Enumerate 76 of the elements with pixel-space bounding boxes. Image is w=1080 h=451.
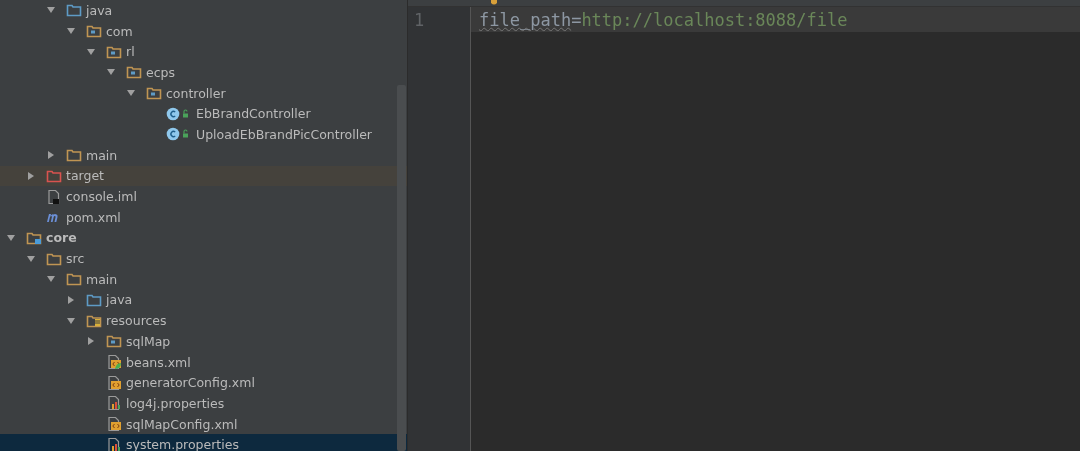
lightbulb-icon[interactable]: [490, 0, 498, 6]
properties-file-icon: [106, 395, 122, 412]
tree-item-label: sqlMapConfig.xml: [126, 416, 238, 432]
tree-item-label: rl: [126, 44, 135, 60]
folder-icon: [46, 251, 62, 266]
tree-item[interactable]: pom.xml: [0, 206, 407, 228]
caret-right-icon[interactable]: [26, 170, 36, 181]
tree-item-label: ecps: [146, 64, 175, 80]
folder-icon: [106, 44, 122, 59]
folder-icon: [146, 86, 162, 101]
tree-item-label: com: [106, 23, 133, 39]
tree-item-label: core: [46, 230, 77, 246]
tree-item[interactable]: beans.xml: [0, 351, 407, 373]
xml-file-icon: [106, 416, 122, 433]
module-file-icon: [46, 188, 62, 205]
tree-item[interactable]: sqlMap: [0, 331, 407, 352]
tree-item-label: target: [66, 168, 104, 184]
tree-item[interactable]: EbBrandController: [0, 103, 407, 125]
tree-item[interactable]: src: [0, 248, 407, 269]
tree-item-label: pom.xml: [66, 209, 121, 225]
tree-item-label: beans.xml: [126, 354, 191, 370]
tree-item[interactable]: controller: [0, 82, 407, 104]
tree-item-label: java: [86, 2, 113, 18]
xml-file-icon: [106, 354, 122, 371]
folder-icon: [26, 230, 42, 245]
tree-item[interactable]: core: [0, 227, 407, 249]
tree-item[interactable]: system.properties: [0, 434, 407, 451]
folder-icon: [66, 3, 82, 18]
caret-right-icon[interactable]: [86, 336, 96, 347]
tree-item[interactable]: log4j.properties: [0, 393, 407, 414]
folder-icon: [66, 272, 82, 287]
tree-item-label: main: [86, 271, 118, 287]
tree-item[interactable]: sqlMapConfig.xml: [0, 413, 407, 435]
tree-item-label: resources: [106, 313, 167, 329]
tree-item[interactable]: main: [0, 144, 407, 166]
caret-down-icon[interactable]: [6, 232, 16, 243]
tree-item[interactable]: java: [0, 289, 407, 311]
scrollbar[interactable]: [397, 85, 406, 451]
tree-item[interactable]: java: [0, 0, 407, 21]
tree-item-label: main: [86, 147, 118, 163]
tree-item[interactable]: console.iml: [0, 186, 407, 207]
property-value: http://localhost:8088/file: [581, 9, 848, 30]
tree-item-label: sqlMap: [126, 333, 171, 349]
properties-file-icon: [106, 436, 122, 451]
tree-item[interactable]: generatorConfig.xml: [0, 372, 407, 394]
caret-down-icon[interactable]: [26, 253, 36, 264]
tree-item[interactable]: UploadEbBrandPicController: [0, 124, 407, 145]
tree-item-label: src: [66, 251, 85, 267]
folder-icon: [86, 292, 102, 307]
tree-item[interactable]: target: [0, 165, 407, 187]
tree-item-label: controller: [166, 85, 226, 101]
tree-item-label: java: [106, 292, 133, 308]
property-key: file_path: [479, 9, 572, 30]
tree-item-label: EbBrandController: [196, 106, 311, 122]
separator: =: [571, 9, 582, 30]
folder-icon: [66, 148, 82, 163]
folder-icon: [86, 24, 102, 39]
tree-item[interactable]: rl: [0, 41, 407, 63]
tree-item-label: log4j.properties: [126, 395, 225, 411]
folder-icon: [106, 334, 122, 349]
tree-item[interactable]: resources: [0, 310, 407, 331]
xml-file-icon: [106, 374, 122, 391]
tree-item-label: generatorConfig.xml: [126, 375, 255, 391]
tree-item-label: console.iml: [66, 189, 137, 205]
folder-icon: [46, 168, 62, 183]
folder-icon: [86, 313, 102, 328]
tree-item[interactable]: main: [0, 268, 407, 290]
caret-down-icon[interactable]: [66, 315, 76, 326]
tree-item[interactable]: ecps: [0, 62, 407, 83]
folder-icon: [126, 65, 142, 80]
caret-right-icon[interactable]: [66, 294, 76, 305]
tree-item[interactable]: com: [0, 20, 407, 42]
caret-down-icon[interactable]: [86, 46, 96, 57]
tree-item-label: UploadEbBrandPicController: [196, 126, 372, 142]
tree-item-label: system.properties: [126, 437, 239, 451]
caret-right-icon[interactable]: [46, 150, 56, 161]
